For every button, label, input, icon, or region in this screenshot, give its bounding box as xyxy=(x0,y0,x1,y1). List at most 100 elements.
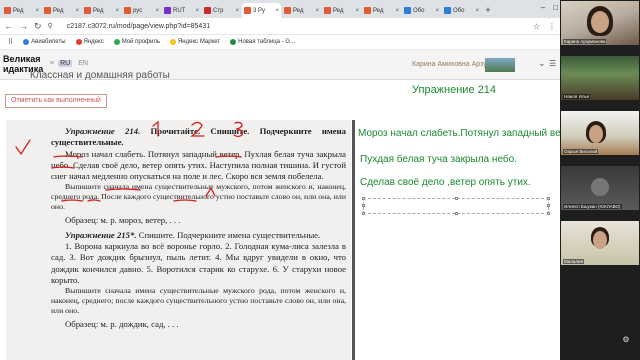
back-icon[interactable]: ← xyxy=(4,21,13,31)
resize-handle[interactable] xyxy=(362,212,365,215)
browser-tab[interactable]: Ред × xyxy=(2,3,41,18)
close-icon[interactable]: × xyxy=(35,8,39,14)
answer-line-2[interactable]: Пухдая белая туча закрыла небо. xyxy=(360,154,517,165)
resize-handle[interactable] xyxy=(547,204,550,207)
tab-favicon-icon xyxy=(164,7,171,14)
participant-name: Иллесп Бшукан (ЮКЛАВО) xyxy=(563,204,622,209)
tab-favicon-icon xyxy=(124,7,131,14)
browser-tab[interactable]: RUT × xyxy=(162,3,201,18)
tab-favicon-icon xyxy=(404,7,411,14)
bookmark-item[interactable]: Мой профиль xyxy=(113,39,160,45)
partial-page-title: Классная и домашняя работы xyxy=(30,70,170,81)
call-settings-icon[interactable]: ⚙ xyxy=(620,334,632,346)
resize-handle[interactable] xyxy=(362,197,365,200)
close-icon[interactable]: × xyxy=(355,8,359,14)
maximize-icon[interactable]: □ xyxy=(553,3,558,12)
browser-tab[interactable]: Обо × xyxy=(402,3,441,18)
participant-tile[interactable]: Оарыя Висилий xyxy=(561,111,639,155)
close-icon[interactable]: × xyxy=(315,8,319,14)
browser-tab[interactable]: Ред × xyxy=(82,3,121,18)
close-icon[interactable]: × xyxy=(395,8,399,14)
resize-handle[interactable] xyxy=(547,212,550,215)
minimize-icon[interactable]: – xyxy=(541,3,545,12)
site-info-icon[interactable]: ⚲ xyxy=(48,22,53,30)
browser-tab[interactable]: Ред × xyxy=(322,3,361,18)
browser-tab[interactable]: Ред × xyxy=(42,3,81,18)
reload-icon[interactable]: ↻ xyxy=(34,21,42,32)
ex214-task: Выпишите сначала имена существительные м… xyxy=(51,182,346,212)
close-icon[interactable]: × xyxy=(475,8,479,14)
bookmarks-bar: ⠿ Авиабилеты Яндекс Мой профиль Яндекс Марк… xyxy=(0,35,560,50)
star-icon[interactable]: ☆ xyxy=(533,22,540,31)
answer-line-1[interactable]: Мороз начал слабеть.Потянул западный вет… xyxy=(358,128,560,139)
tab-label: Ред xyxy=(53,7,64,14)
camera-off-avatar xyxy=(591,178,609,196)
tab-favicon-icon xyxy=(284,7,291,14)
url-field[interactable]: c2187.c3072.ru/mod/page/view.php?id=8543… xyxy=(67,23,210,30)
tab-favicon-icon xyxy=(4,7,11,14)
mark-as-done-button[interactable]: Отметить как выполненный xyxy=(5,94,107,108)
bookmark-label: Мой профиль xyxy=(121,39,160,45)
checkmark-mark xyxy=(15,139,31,156)
avatar[interactable] xyxy=(485,58,515,72)
apps-icon[interactable]: ⠿ xyxy=(8,38,13,46)
window-controls: – □ xyxy=(541,3,558,12)
browser-tab[interactable]: 3 Ру × xyxy=(242,3,281,18)
browser-tab[interactable]: Обо × xyxy=(442,3,481,18)
bookmark-label: Новая таблица - G... xyxy=(238,39,295,45)
address-bar: ← → ↻ ⚲ c2187.c3072.ru/mod/page/view.php… xyxy=(0,18,560,35)
language-switcher: ≡ RU EN xyxy=(50,60,90,67)
tab-label: рус xyxy=(133,7,143,14)
tab-label: Ред xyxy=(373,7,384,14)
resize-handle[interactable] xyxy=(455,197,458,200)
bookmark-item[interactable]: Новая таблица - G... xyxy=(230,39,295,45)
browser-tab[interactable]: Ред × xyxy=(282,3,321,18)
resize-handle[interactable] xyxy=(547,197,550,200)
site-header: Великая идактика ≡ RU EN Классная и дома… xyxy=(0,50,560,81)
browser-tab[interactable]: Ред × xyxy=(362,3,401,18)
browser-tab[interactable]: рус × xyxy=(122,3,161,18)
answer-area[interactable]: Мороз начал слабеть.Потянул западный вет… xyxy=(355,120,560,360)
close-icon[interactable]: × xyxy=(275,8,279,14)
empty-text-box[interactable] xyxy=(362,197,550,215)
forward-icon[interactable]: → xyxy=(19,21,28,31)
bookmark-item[interactable]: Яндекс Маркет xyxy=(169,39,221,45)
close-icon[interactable]: × xyxy=(115,8,119,14)
resize-handle[interactable] xyxy=(362,204,365,207)
close-icon[interactable]: × xyxy=(195,8,199,14)
bookmark-item[interactable]: Авиабилеты xyxy=(23,39,66,45)
close-icon[interactable]: × xyxy=(75,8,79,14)
lang-en[interactable]: EN xyxy=(76,60,90,67)
close-icon[interactable]: × xyxy=(435,8,439,14)
browser-tab[interactable]: Стр × xyxy=(202,3,241,18)
lang-ru[interactable]: RU xyxy=(58,60,73,67)
logo-line-1: Великая xyxy=(3,54,41,64)
tab-favicon-icon xyxy=(444,7,451,14)
tab-label: 3 Ру xyxy=(253,7,266,14)
resize-handle[interactable] xyxy=(455,212,458,215)
answer-line-3[interactable]: Сделав своё дело ,ветер опять утих. xyxy=(360,177,531,188)
participant-tile[interactable]: Малалия xyxy=(561,221,639,265)
tab-label: Обо xyxy=(453,7,465,14)
extensions-icon[interactable]: ⋮ xyxy=(548,22,556,31)
close-icon[interactable]: × xyxy=(235,8,239,14)
tab-favicon-icon xyxy=(204,7,211,14)
bookmark-label: Яндекс Маркет xyxy=(177,39,221,45)
participant-tile[interactable]: Наиля Илья xyxy=(561,56,639,100)
menu-icon[interactable]: ☰ xyxy=(549,59,556,68)
bookmark-icon xyxy=(169,39,176,45)
close-icon[interactable]: × xyxy=(155,8,159,14)
participant-tile[interactable]: Иллесп Бшукан (ЮКЛАВО) xyxy=(561,166,639,210)
tab-favicon-icon xyxy=(244,7,251,14)
new-tab-button[interactable]: + xyxy=(482,3,494,18)
bookmark-item[interactable]: Яндекс xyxy=(75,39,104,45)
tab-label: RUT xyxy=(173,7,186,14)
textbook-text: Упражнение 214. Прочитайте. Спишите. Под… xyxy=(51,126,346,331)
ex215-text: 1. Ворона каркнула во всё воронье горло.… xyxy=(51,241,346,285)
ex215-sample: Образец: м. р. дождик, сад, . . . xyxy=(65,319,179,330)
participant-tile[interactable]: Карина Арзуманова xyxy=(561,1,639,45)
chevron-down-icon[interactable]: ⌄ xyxy=(538,58,546,69)
ex215-title: Упражнение 215*. xyxy=(65,229,137,240)
participant-name: Карина Арзуманова xyxy=(563,39,607,44)
participant-name: Оарыя Висилий xyxy=(563,149,599,154)
